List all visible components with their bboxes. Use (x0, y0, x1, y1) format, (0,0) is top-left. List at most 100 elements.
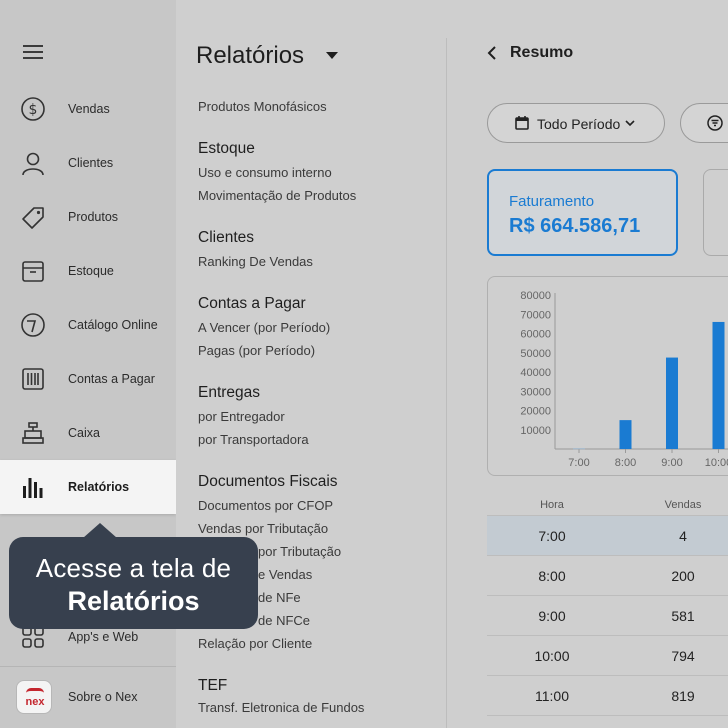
bar-10:00[interactable] (712, 321, 725, 449)
sidebar-item-label: Relatórios (68, 480, 130, 494)
report-section-head: Entregas (198, 384, 261, 401)
report-section-head: Estoque (198, 140, 255, 157)
table-row[interactable]: 11:00 819 (487, 676, 728, 716)
report-link[interactable]: de NFe (258, 590, 301, 605)
revenue-card[interactable]: Faturamento R$ 664.586,71 (487, 169, 678, 256)
report-link[interactable]: Ranking De Vendas (198, 254, 313, 269)
period-filter-label: Todo Período (537, 116, 621, 132)
sidebar-item-label: Catálogo Online (68, 318, 158, 332)
table-cell-vendas: 4 (679, 528, 687, 544)
table-cell-vendas: 794 (671, 648, 695, 664)
x-tick-label: 8:00 (615, 457, 636, 469)
table-row[interactable]: 10:00 794 (487, 636, 728, 676)
sidebar-item-label: Vendas (68, 102, 110, 116)
calendar-icon (515, 116, 529, 130)
report-link[interactable]: Vendas por Tributação (198, 521, 328, 536)
filter-button[interactable] (680, 103, 728, 143)
report-link[interactable]: Transf. Eletronica de Fundos (198, 700, 364, 715)
revenue-card-label: Faturamento (509, 193, 595, 210)
y-tick-label: 10000 (520, 425, 551, 437)
sidebar-item-label: Contas a Pagar (68, 372, 155, 386)
sidebar-item-label: Caixa (68, 426, 100, 440)
report-link[interactable]: por Entregador (198, 409, 285, 424)
report-link[interactable]: Relação por Cliente (198, 636, 312, 651)
dollar-circle-icon: $ (21, 97, 45, 121)
sidebar-item-relatorios[interactable]: Relatórios (0, 460, 176, 514)
table-cell-hora: 11:00 (535, 688, 569, 704)
table-cell-vendas: 819 (671, 688, 695, 704)
sidebar-item-caixa[interactable]: Caixa (0, 406, 176, 460)
y-tick-label: 30000 (520, 386, 551, 398)
sidebar-item-label: App's e Web (68, 630, 139, 644)
report-link[interactable]: Documentos por CFOP (198, 498, 333, 513)
y-tick-label: 70000 (520, 309, 551, 321)
tag-icon (22, 207, 44, 229)
report-section-head: Clientes (198, 229, 254, 246)
revenue-card-value: R$ 664.586,71 (509, 215, 641, 237)
bar-7:00[interactable] (573, 448, 585, 450)
report-link[interactable]: por Transportadora (198, 432, 309, 447)
sales-chart: 10000 20000 30000 40000 50000 60000 70000 80000… (487, 276, 728, 476)
sidebar-item-contas-a-pagar[interactable]: Contas a Pagar (0, 352, 176, 406)
report-link[interactable]: Uso e consumo interno (198, 165, 332, 180)
report-section-head: Contas a Pagar (198, 295, 306, 312)
panel-divider (446, 38, 447, 728)
y-tick-label: 20000 (520, 406, 551, 418)
x-tick-label: 10:00 (705, 457, 728, 469)
barcode-icon (22, 368, 44, 390)
box-icon (22, 261, 44, 282)
svg-text:$: $ (29, 102, 38, 118)
sidebar-divider (0, 666, 176, 667)
sidebar-item-estoque[interactable]: Estoque (0, 244, 176, 298)
table-cell-vendas: 200 (671, 568, 695, 584)
table-row[interactable]: 8:00 200 (487, 556, 728, 596)
sidebar-item-label: Sobre o Nex (68, 690, 138, 704)
table-cell-hora: 10:00 (534, 648, 570, 664)
x-tick-label: 9:00 (661, 457, 682, 469)
report-link[interactable]: por Tributação (258, 544, 341, 559)
report-link[interactable]: e Vendas (258, 567, 312, 582)
sidebar-item-catalogo[interactable]: Catálogo Online (0, 298, 176, 352)
report-link[interactable]: Movimentação de Produtos (198, 188, 356, 203)
catalog-icon (21, 313, 45, 337)
table-row[interactable]: 7:00 4 (487, 516, 728, 556)
report-link[interactable]: de NFCe (258, 613, 310, 628)
table-header-hora: Hora (540, 499, 564, 511)
summary-title[interactable]: Resumo (510, 44, 573, 62)
table-cell-hora: 9:00 (538, 608, 566, 624)
onboarding-tooltip: Acesse a tela de Relatórios (9, 523, 258, 629)
report-link[interactable]: Pagas (por Período) (198, 343, 315, 358)
sidebar-item-clientes[interactable]: Clientes (0, 136, 176, 190)
table-row[interactable]: 9:00 581 (487, 596, 728, 636)
sidebar-item-label: Clientes (68, 156, 114, 170)
sidebar-item-vendas[interactable]: $ Vendas (0, 82, 176, 136)
report-link[interactable]: Produtos Monofásicos (198, 99, 327, 114)
bar-9:00[interactable] (666, 357, 678, 449)
user-icon (22, 152, 44, 176)
bar-8:00[interactable] (619, 420, 632, 449)
table-cell-hora: 7:00 (538, 528, 566, 544)
chevron-down-icon[interactable] (326, 52, 338, 59)
tooltip-line-2: Relatórios (67, 586, 200, 616)
sidebar-item-label: Produtos (68, 210, 119, 224)
sidebar-item-produtos[interactable]: Produtos (0, 190, 176, 244)
next-card[interactable] (703, 169, 728, 256)
y-tick-label: 80000 (520, 290, 551, 302)
cash-register-icon (22, 422, 44, 444)
bar-chart-icon (23, 478, 43, 498)
y-tick-label: 40000 (520, 367, 551, 379)
period-filter-button[interactable]: Todo Período (487, 103, 665, 143)
y-tick-label: 50000 (520, 348, 551, 360)
reports-title[interactable]: Relatórios (196, 42, 304, 70)
table-cell-hora: 8:00 (538, 568, 566, 584)
chevron-left-icon[interactable] (487, 46, 497, 60)
report-section-head: Documentos Fiscais (198, 473, 338, 490)
table-header-vendas: Vendas (664, 499, 702, 511)
x-tick-label: 7:00 (568, 457, 589, 469)
hamburger-menu-icon[interactable] (23, 45, 43, 61)
tooltip-line-1: Acesse a tela de (35, 553, 232, 583)
y-tick-label: 60000 (520, 329, 551, 341)
report-link[interactable]: A Vencer (por Período) (198, 320, 330, 335)
filter-icon (707, 115, 723, 131)
report-section-head: TEF (198, 677, 228, 694)
